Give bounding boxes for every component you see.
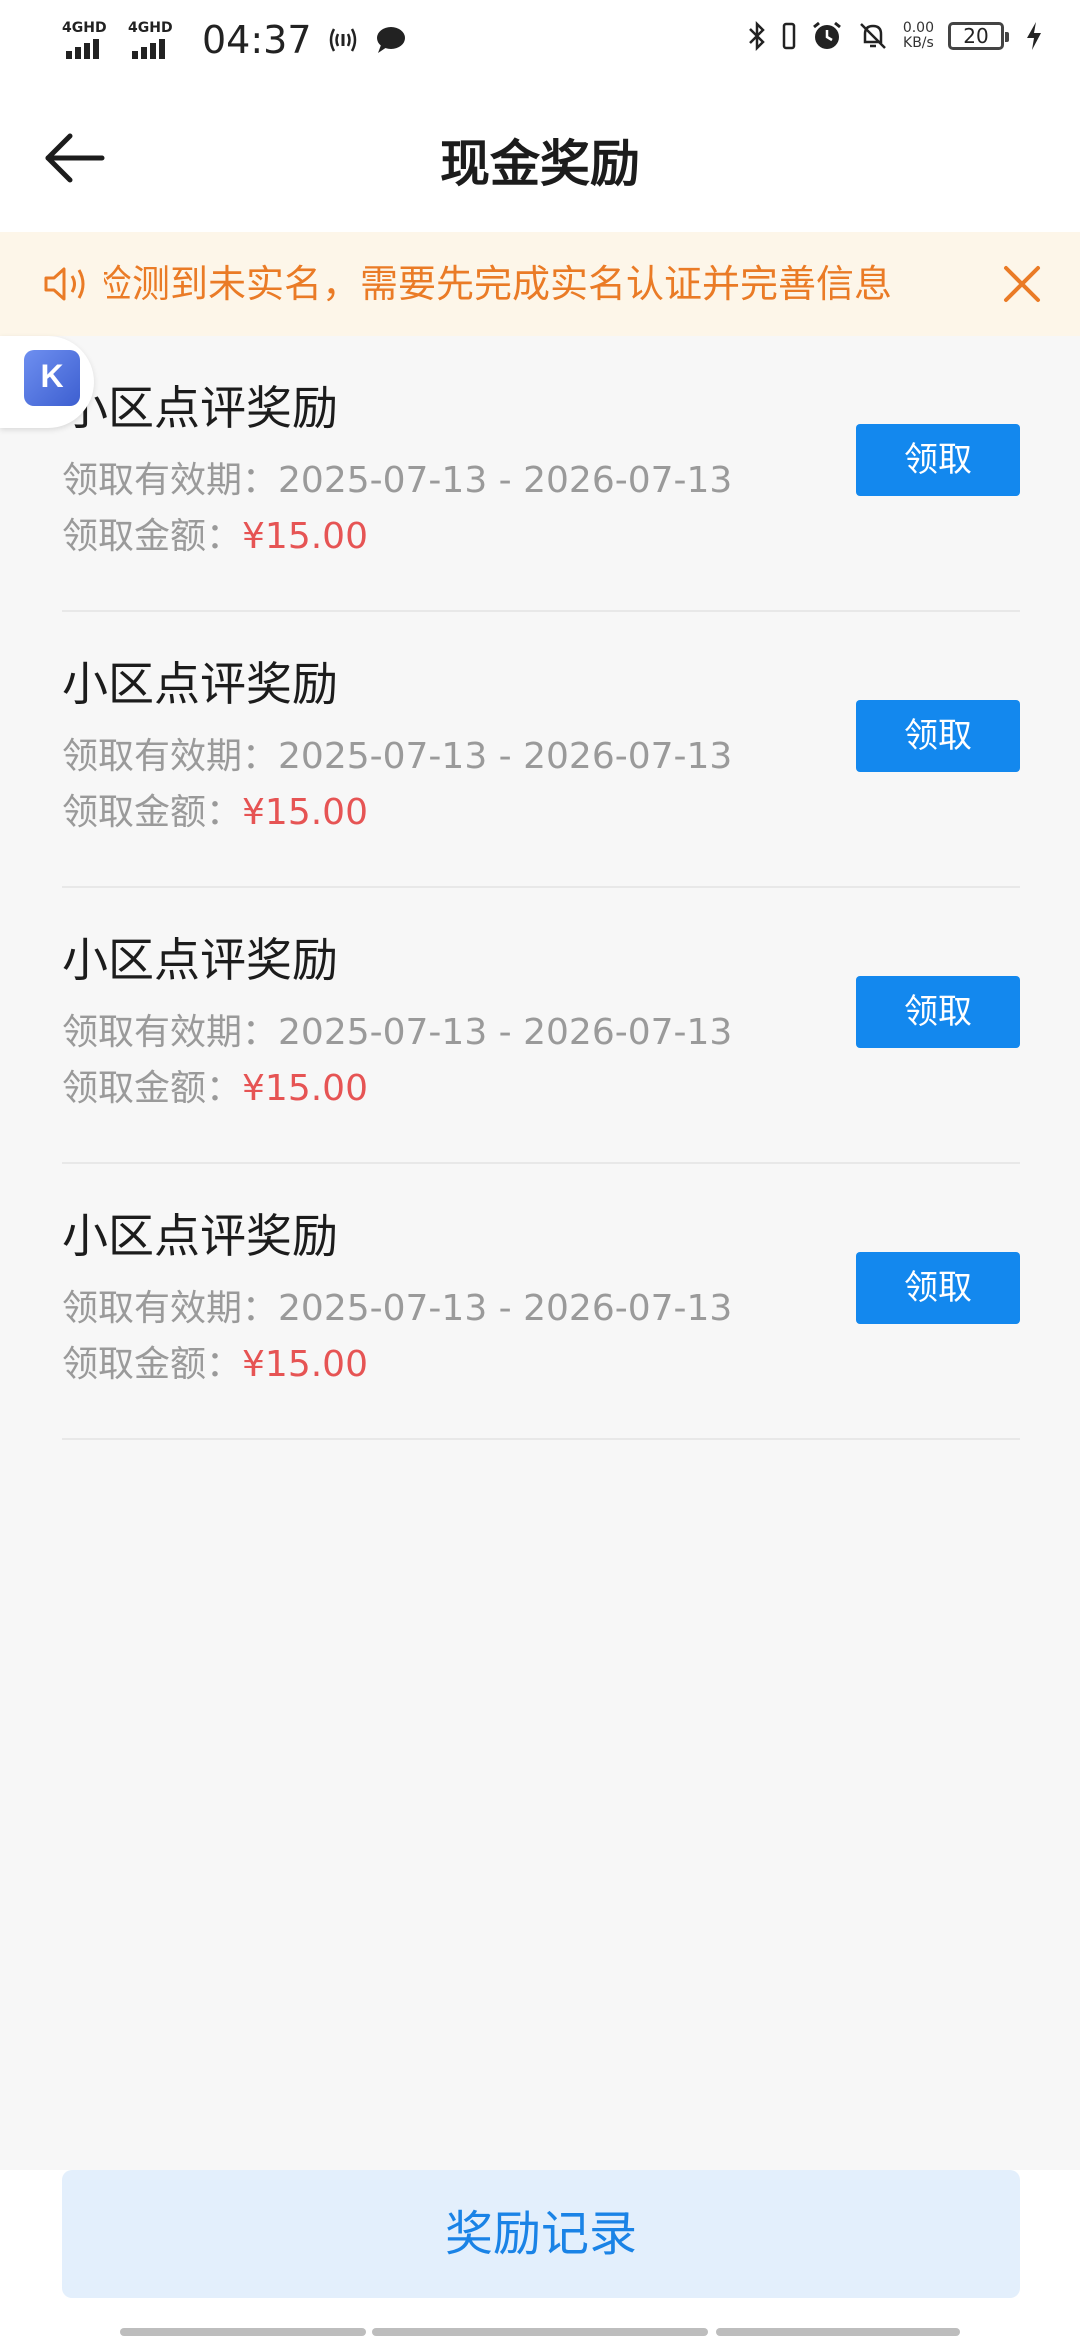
net-speed-unit: KB/s (903, 35, 934, 51)
reward-amount-value: ¥15.00 (242, 516, 368, 557)
claim-button[interactable]: 领取 (856, 700, 1020, 772)
reward-amount-row: 领取金额：¥15.00 (62, 514, 368, 560)
net-speed-value: 0.00 (902, 20, 934, 36)
reward-amount-row: 领取金额：¥15.00 (62, 1066, 368, 1112)
speaker-icon (44, 267, 85, 301)
nav-handle-center (372, 2328, 708, 2336)
reward-amount-value: ¥15.00 (242, 792, 368, 833)
reward-period-value: 2025-07-13 - 2026-07-13 (278, 1012, 733, 1053)
reward-item: 小区点评奖励 领取有效期：2025-07-13 - 2026-07-13 领取金… (62, 888, 1020, 1164)
signal-2-label: 4GHD (128, 20, 173, 36)
reward-amount-label: 领取金额： (62, 516, 243, 557)
reward-amount-label: 领取金额： (62, 792, 243, 833)
nav-handle-right (716, 2328, 960, 2336)
signal-2-icon: 4GHD (128, 21, 180, 59)
notice-text: 检测到未实名，需要先完成实名认证并完善信息 (104, 258, 954, 310)
bluetooth-icon (748, 20, 765, 52)
alarm-icon (812, 21, 841, 49)
mute-bell-icon (859, 23, 886, 49)
status-bar-right: 0.00 KB/s 20 (747, 20, 1044, 52)
reward-title: 小区点评奖励 (62, 1209, 338, 1263)
reward-title: 小区点评奖励 (62, 657, 338, 711)
battery-icon: 20 (948, 22, 1009, 50)
bottom-bar: 奖励记录 (0, 2170, 1080, 2340)
floating-assistant-button[interactable]: K (0, 336, 94, 428)
header: 现金奖励 (0, 84, 1080, 232)
reward-item: 小区点评奖励 领取有效期：2025-07-13 - 2026-07-13 领取金… (62, 336, 1020, 612)
reward-records-button[interactable]: 奖励记录 (62, 2170, 1020, 2298)
reward-amount-row: 领取金额：¥15.00 (62, 790, 368, 836)
claim-button[interactable]: 领取 (856, 976, 1020, 1048)
nav-handle-left (120, 2328, 366, 2336)
reward-item: 小区点评奖励 领取有效期：2025-07-13 - 2026-07-13 领取金… (62, 612, 1020, 888)
reward-period-label: 领取有效期： (62, 1288, 279, 1329)
close-icon (1004, 266, 1040, 302)
notice-close-button[interactable] (1000, 262, 1044, 306)
charging-icon (1027, 22, 1041, 50)
reward-period-label: 领取有效期： (62, 460, 279, 501)
claim-button[interactable]: 领取 (856, 1252, 1020, 1324)
reward-period-value: 2025-07-13 - 2026-07-13 (278, 736, 733, 777)
claim-button[interactable]: 领取 (856, 424, 1020, 496)
reward-title: 小区点评奖励 (62, 933, 338, 987)
notice-text-content: 检测到未实名，需要先完成实名认证并完善信息 (104, 262, 893, 306)
reward-amount-label: 领取金额： (62, 1344, 243, 1385)
reward-period-row: 领取有效期：2025-07-13 - 2026-07-13 (62, 458, 732, 504)
screen: 4GHD 4GHD 04:37 0.00 KB/s 20 现金奖励 检测到未实名… (0, 0, 1080, 2340)
k-logo-icon: K (24, 350, 80, 406)
battery-level: 20 (963, 24, 989, 48)
reward-period-row: 领取有效期：2025-07-13 - 2026-07-13 (62, 734, 732, 780)
notice-banner: 检测到未实名，需要先完成实名认证并完善信息 (0, 232, 1080, 336)
page-title: 现金奖励 (440, 135, 640, 193)
reward-period-value: 2025-07-13 - 2026-07-13 (278, 460, 733, 501)
reward-period-label: 领取有效期： (62, 1012, 279, 1053)
message-bubble-icon (376, 27, 405, 53)
vibrate-icon (782, 22, 796, 50)
reward-title: 小区点评奖励 (62, 381, 338, 435)
network-speed: 0.00 KB/s (903, 21, 934, 51)
reward-period-value: 2025-07-13 - 2026-07-13 (278, 1288, 733, 1329)
status-bar: 4GHD 4GHD 04:37 0.00 KB/s 20 (0, 0, 1080, 84)
signal-1-icon: 4GHD (62, 21, 114, 59)
rewards-list: 小区点评奖励 领取有效期：2025-07-13 - 2026-07-13 领取金… (62, 336, 1020, 1440)
signal-1-label: 4GHD (62, 20, 107, 36)
reward-period-label: 领取有效期： (62, 736, 279, 777)
reward-item: 小区点评奖励 领取有效期：2025-07-13 - 2026-07-13 领取金… (62, 1164, 1020, 1440)
reward-amount-value: ¥15.00 (242, 1068, 368, 1109)
reward-amount-value: ¥15.00 (242, 1344, 368, 1385)
reward-period-row: 领取有效期：2025-07-13 - 2026-07-13 (62, 1286, 732, 1332)
reward-amount-label: 领取金额： (62, 1068, 243, 1109)
reward-period-row: 领取有效期：2025-07-13 - 2026-07-13 (62, 1010, 732, 1056)
status-bar-left: 4GHD 4GHD 04:37 (62, 18, 408, 62)
k-logo-letter: K (40, 358, 64, 394)
hotspot-icon (329, 28, 356, 52)
status-time: 04:37 (202, 18, 312, 62)
reward-amount-row: 领取金额：¥15.00 (62, 1342, 368, 1388)
